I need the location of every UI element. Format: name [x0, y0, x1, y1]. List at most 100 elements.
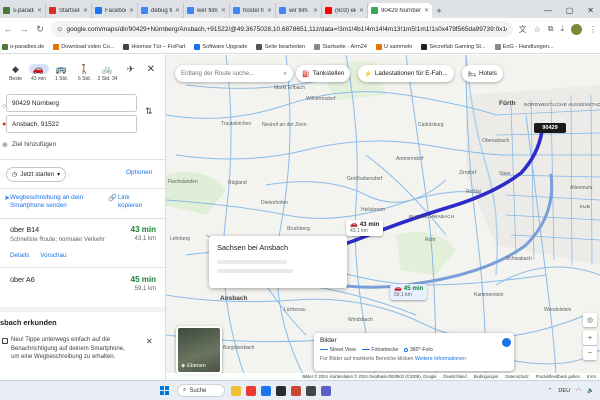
close-tab-icon[interactable]: ✕	[359, 7, 364, 14]
start-time-dropdown[interactable]: ◷ Jetzt starten ▾	[6, 167, 67, 182]
close-window-icon[interactable]: ✕	[587, 6, 594, 15]
menu-icon[interactable]: ⋮	[589, 25, 597, 34]
mode-bike[interactable]: 🚲 2 Std. 34	[96, 64, 119, 82]
download-icon[interactable]: ⤓	[560, 24, 564, 34]
origin-marker[interactable]: 90429	[534, 123, 566, 133]
bookmark-item[interactable]: Software Upgrade	[194, 43, 247, 50]
language-indicator[interactable]: DEU	[558, 388, 570, 394]
taskbar-search[interactable]: ⌕ Suche	[177, 384, 225, 397]
bookmark-star-icon[interactable]: ☆	[534, 25, 541, 34]
avatar[interactable]	[571, 23, 582, 35]
layers-button[interactable]: ◈ Ebenen	[176, 326, 222, 374]
browser-tab[interactable]: hostel film - Go✕	[230, 3, 276, 18]
mode-car[interactable]: 🚗 43 min	[27, 64, 50, 82]
preview-button[interactable]: Vorschau	[40, 252, 66, 259]
map-place-label[interactable]: Roßtal	[466, 189, 481, 195]
taskbar-app-icon[interactable]	[321, 385, 331, 396]
map-place-label[interactable]: Wendelstein	[544, 307, 571, 313]
chip-hotels[interactable]: 🛏 Hotels	[462, 65, 503, 82]
taskbar-app-icon[interactable]	[231, 385, 241, 396]
map-place-label[interactable]: Oberasbach	[482, 138, 509, 144]
map-place-label[interactable]: Großhabersdorf	[347, 176, 382, 182]
map-place-label[interactable]: Altenmuhr	[570, 185, 593, 191]
minimize-icon[interactable]: —	[544, 6, 552, 15]
map-place-label[interactable]: Burgoberbach	[223, 345, 254, 351]
map-place-label[interactable]: KUB	[580, 204, 590, 209]
search-input[interactable]: Entlang der Route suche...	[181, 70, 281, 77]
close-notice-icon[interactable]: ✕	[146, 337, 153, 346]
map-place-label[interactable]: Flachslanden	[168, 179, 198, 185]
footer-item[interactable]: Bedingungen	[474, 374, 499, 379]
map-place-label[interactable]: Kammerstein	[474, 292, 503, 298]
place-popup[interactable]: Sachsen bei Ansbach	[209, 236, 347, 288]
new-tab-button[interactable]: +	[432, 3, 446, 18]
options-button[interactable]: Optionen	[126, 169, 152, 176]
close-directions-icon[interactable]: ✕	[147, 64, 161, 75]
map-place-label[interactable]: Cadolzburg	[418, 122, 444, 128]
close-tab-icon[interactable]: ✕	[83, 7, 88, 14]
map-place-label[interactable]: BUCHSCHWABACH	[409, 214, 454, 219]
close-tab-icon[interactable]: ✕	[313, 7, 318, 14]
close-tab-icon[interactable]: ✕	[221, 7, 226, 14]
map-place-label[interactable]: Fürth	[499, 100, 516, 107]
map-place-label[interactable]: Trautskirchen	[221, 121, 251, 127]
forward-icon[interactable]: →	[19, 24, 29, 34]
site-info-icon[interactable]: ⊙	[57, 25, 62, 33]
bookmark-item[interactable]: Secretlab Gaming St...	[421, 43, 486, 50]
map-place-label[interactable]: Ammerndorf	[396, 156, 424, 162]
map-place-label[interactable]: Wilhermsdorf	[306, 96, 335, 102]
destination-field[interactable]: Ansbach, 91522	[6, 115, 137, 133]
location-button[interactable]: ◎	[583, 313, 597, 327]
map-place-label[interactable]: Markt Erlbach	[274, 85, 305, 91]
add-destination-link[interactable]: Ziel hinzufügen	[12, 141, 56, 148]
footer-item[interactable]: Produktfeedback geben	[536, 374, 580, 379]
map-place-label[interactable]: Bruckberg	[287, 226, 310, 232]
browser-tab[interactable]: s-paradies.de✕	[0, 3, 46, 18]
bookmark-item[interactable]: U sammeln	[376, 43, 412, 50]
bookmark-item[interactable]: EoG - Handlungen...	[494, 43, 554, 50]
taskbar-app-icon[interactable]	[306, 385, 316, 396]
close-tab-icon[interactable]: ✕	[129, 7, 134, 14]
route-time-label-alt[interactable]: 🚗 45 min 59,1 km	[390, 284, 428, 300]
bookmark-item[interactable]: Download video Co...	[53, 43, 114, 50]
speaker-icon[interactable]: 🔈	[587, 388, 594, 394]
wifi-icon[interactable]: ◠	[576, 388, 581, 394]
swap-icon[interactable]: ⇅	[145, 106, 153, 117]
address-bar[interactable]: ⊙ google.com/maps/dir/90429+Nürnberg/Ans…	[51, 21, 513, 37]
zoom-out-button[interactable]: −	[583, 346, 597, 360]
taskbar-app-icon[interactable]	[246, 385, 256, 396]
browser-tab[interactable]: 90429 Nürnberg ✕	[368, 3, 432, 18]
close-tab-icon[interactable]: ✕	[37, 7, 42, 14]
route-time-label-main[interactable]: 🚗 43 min 43,1 km	[346, 220, 384, 236]
map-place-label[interactable]: Zirndorf	[459, 170, 476, 176]
zoom-in-button[interactable]: +	[583, 331, 597, 345]
origin-field[interactable]: 90429 Nürnberg	[6, 94, 137, 112]
back-icon[interactable]: ←	[3, 24, 13, 34]
bookmark-item[interactable]: Startseite - Arm24	[314, 43, 367, 50]
mode-transit[interactable]: 🚌 1 Std.	[50, 64, 73, 82]
map-place-label[interactable]: Dietenhofen	[261, 200, 288, 206]
start-icon[interactable]	[160, 386, 169, 395]
mode-best[interactable]: ◆ Beste	[4, 64, 27, 82]
reload-icon[interactable]: ↻	[35, 24, 45, 35]
search-icon[interactable]: ⌕	[284, 70, 287, 78]
map-place-label[interactable]: Heilsbronn	[361, 207, 385, 213]
footer-item[interactable]: 5 km	[587, 374, 596, 379]
mode-flight[interactable]: ✈	[119, 64, 142, 76]
route-option-b14[interactable]: über B14 43 min Schnellste Route; normal…	[10, 225, 156, 259]
browser-tab[interactable]: wer film - Goog✕	[184, 3, 230, 18]
footer-item[interactable]: Deutschland	[443, 374, 466, 379]
chip-gas-stations[interactable]: ⛽ Tankstellen	[296, 65, 351, 82]
footer-item[interactable]: Datenschutz	[505, 374, 528, 379]
map-place-label[interactable]: Rügland	[228, 180, 247, 186]
imagery-toggle[interactable]	[502, 338, 511, 347]
chip-ev-chargers[interactable]: ⚡ Ladestationen für E-Fah...	[358, 65, 454, 82]
taskbar-app-icon[interactable]	[276, 385, 286, 396]
map-place-label[interactable]: Neuhof an der Zenn	[262, 122, 306, 128]
map-canvas[interactable]: Fürth NORDWESTLICHE AUSSENSTADT Markt Erlb…	[166, 55, 600, 380]
map-place-label[interactable]: Lehrberg	[170, 236, 190, 242]
map-place-label[interactable]: Schwabach	[506, 256, 532, 262]
close-tab-icon[interactable]: ✕	[175, 7, 180, 14]
map-place-label[interactable]: NORDWESTLICHE AUSSENSTADT	[524, 102, 600, 107]
close-tab-icon[interactable]: ✕	[267, 7, 272, 14]
